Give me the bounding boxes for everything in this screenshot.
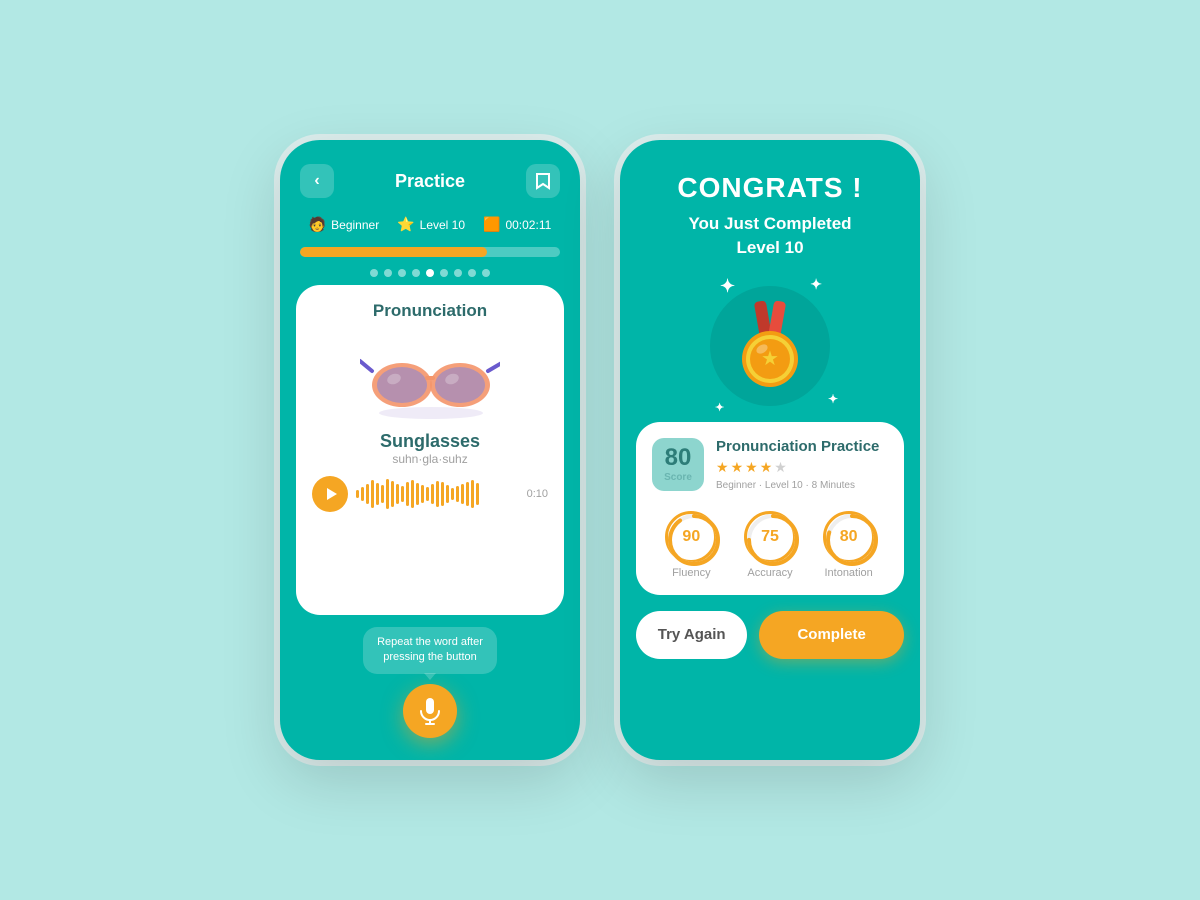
congrats-subtitle: You Just Completed Level 10: [644, 212, 896, 260]
audio-row: 0:10: [312, 476, 548, 512]
play-button[interactable]: [312, 476, 348, 512]
medal-svg: ★: [725, 301, 815, 391]
score-number: 80: [662, 446, 694, 470]
word-label: Sunglasses: [380, 431, 480, 452]
congrats-line2: Level 10: [736, 238, 803, 257]
left-header: ‹ Practice: [280, 140, 580, 210]
sunglasses-image: [360, 333, 500, 423]
sparkle-top-left: ✦: [720, 276, 735, 297]
stars-row: ★ ★ ★ ★ ★: [716, 459, 888, 476]
dot-7[interactable]: [454, 269, 462, 277]
timer-label: 00:02:11: [505, 218, 551, 232]
result-title: Pronunciation Practice: [716, 438, 888, 455]
play-icon: [327, 488, 337, 500]
dot-4[interactable]: [412, 269, 420, 277]
practice-title: Practice: [395, 171, 465, 192]
progress-bar-fill: [300, 247, 487, 257]
beginner-label: Beginner: [331, 218, 379, 232]
action-buttons: Try Again Complete: [620, 595, 920, 679]
metrics-row: 90 Fluency 75 Accuracy: [652, 503, 888, 579]
audio-time: 0:10: [527, 488, 548, 500]
progress-bar-container: [280, 239, 580, 261]
star-5: ★: [774, 459, 787, 476]
timer-stat: 🟧 00:02:11: [483, 216, 551, 233]
sparkle-bottom: ✦: [715, 401, 724, 414]
star-icon: ⭐: [397, 216, 414, 233]
score-badge: 80 Score: [652, 438, 704, 491]
sparkle-right: ✦: [828, 392, 838, 406]
medal-circle: ✦ ✦ ✦ ✦ ★: [710, 286, 830, 406]
star-4: ★: [760, 459, 773, 476]
intonation-circle: 80: [823, 511, 875, 563]
person-icon: 🧑: [309, 216, 326, 233]
level-stat: 🧑 Beginner: [309, 216, 379, 233]
fluency-metric: 90 Fluency: [665, 511, 717, 579]
result-info: Pronunciation Practice ★ ★ ★ ★ ★ Beginne…: [716, 438, 888, 491]
result-header: 80 Score Pronunciation Practice ★ ★ ★ ★ …: [652, 438, 888, 491]
hint-bubble: Repeat the word afterpressing the button: [363, 627, 497, 674]
score-label: Score: [662, 472, 694, 483]
back-button[interactable]: ‹: [300, 164, 334, 198]
bookmark-button[interactable]: [526, 164, 560, 198]
progress-bar-bg: [300, 247, 560, 257]
phonetic-label: suhn·gla·suhz: [392, 452, 467, 466]
bottom-area: Repeat the word afterpressing the button: [280, 615, 580, 758]
star-2: ★: [731, 459, 744, 476]
try-again-button[interactable]: Try Again: [636, 611, 747, 659]
left-phone: ‹ Practice 🧑 Beginner ⭐ Level 10 🟧 00:02…: [280, 140, 580, 760]
mic-button[interactable]: [403, 684, 457, 738]
accuracy-label: Accuracy: [747, 567, 792, 579]
congrats-line1: You Just Completed: [688, 214, 851, 233]
hint-text: Repeat the word afterpressing the button: [377, 636, 483, 663]
intonation-label: Intonation: [824, 567, 872, 579]
star-1: ★: [716, 459, 729, 476]
dot-1[interactable]: [370, 269, 378, 277]
congrats-title: CONGRATS !: [644, 172, 896, 204]
dot-2[interactable]: [384, 269, 392, 277]
result-card: 80 Score Pronunciation Practice ★ ★ ★ ★ …: [636, 422, 904, 595]
result-meta: Beginner · Level 10 · 8 Minutes: [716, 480, 888, 491]
pronunciation-card: Pronunciation: [296, 285, 564, 615]
fluency-label: Fluency: [672, 567, 711, 579]
dot-3[interactable]: [398, 269, 406, 277]
congrats-section: CONGRATS ! You Just Completed Level 10: [620, 140, 920, 276]
dot-6[interactable]: [440, 269, 448, 277]
level-label: Level 10: [420, 218, 465, 232]
sparkle-top-right: ✦: [810, 276, 822, 293]
dot-5[interactable]: [426, 269, 434, 277]
waveform: [356, 476, 519, 512]
card-title: Pronunciation: [373, 301, 487, 321]
right-phone: CONGRATS ! You Just Completed Level 10 ✦…: [620, 140, 920, 760]
star-3: ★: [745, 459, 758, 476]
stats-row: 🧑 Beginner ⭐ Level 10 🟧 00:02:11: [280, 210, 580, 239]
accuracy-metric: 75 Accuracy: [744, 511, 796, 579]
accuracy-circle: 75: [744, 511, 796, 563]
dot-9[interactable]: [482, 269, 490, 277]
complete-button[interactable]: Complete: [759, 611, 904, 659]
medal-area: ✦ ✦ ✦ ✦ ★: [620, 276, 920, 422]
dots-row: [280, 261, 580, 285]
intonation-metric: 80 Intonation: [823, 511, 875, 579]
timer-icon: 🟧: [483, 216, 500, 233]
star-stat: ⭐ Level 10: [397, 216, 465, 233]
fluency-circle: 90: [665, 511, 717, 563]
dot-8[interactable]: [468, 269, 476, 277]
